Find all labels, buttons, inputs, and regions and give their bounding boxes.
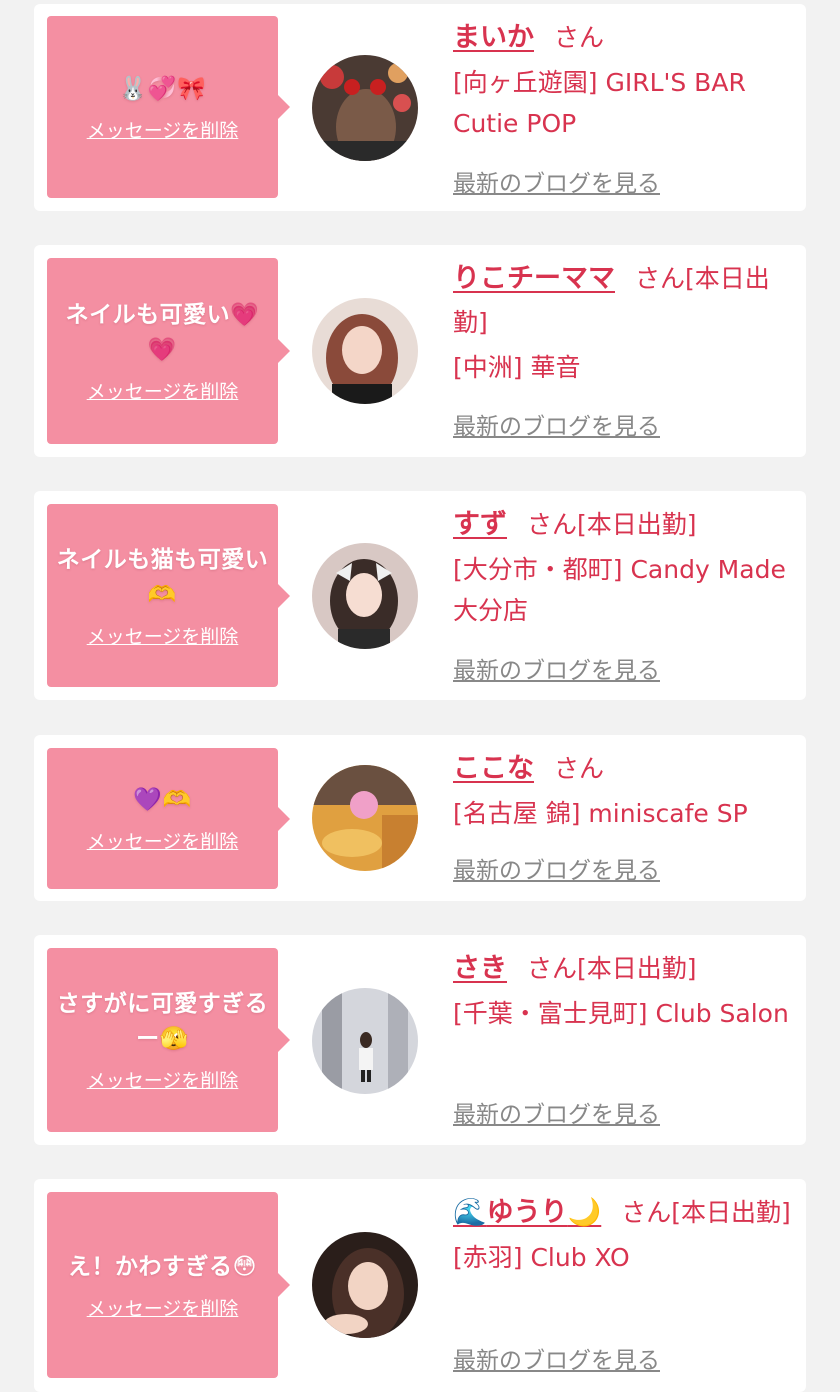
honorific-suffix: さん <box>621 1198 672 1227</box>
avatar[interactable] <box>312 765 418 871</box>
latest-blog-link[interactable]: 最新のブログを見る <box>453 651 660 685</box>
honorific-suffix: さん <box>527 954 578 983</box>
name-line: すず さん[本日出勤] <box>453 503 796 547</box>
message-bubble: ネイルも可愛い💗💗 メッセージを削除 <box>47 258 290 444</box>
attendance-status: [本日出勤] <box>577 510 697 539</box>
message-text: え！かわすぎる😳 <box>68 1253 257 1280</box>
profile-info: すず さん[本日出勤] [大分市・都町] Candy Made 大分店 最新のブロ… <box>453 503 796 684</box>
shop-name: [大分市・都町] Candy Made 大分店 <box>453 555 786 625</box>
message-bubble: 🐰💞🎀 メッセージを削除 <box>47 16 290 198</box>
wave-icon: 🌊 <box>453 1197 487 1228</box>
list-item: ネイルも猫も可愛い🫶 メッセージを削除 すず さん[本日出勤] [大分市・都町] … <box>34 491 806 700</box>
name-line: りこチーママ さん[本日出勤] <box>453 257 796 345</box>
list-item: さすがに可愛すぎるー🫣 メッセージを削除 さき さん[本日出勤] [千葉・富士見町… <box>34 935 806 1145</box>
name-line: ここな さん <box>453 747 796 791</box>
avatar[interactable] <box>312 988 418 1094</box>
delete-message-link[interactable]: メッセージを削除 <box>87 827 239 854</box>
list-item: 🐰💞🎀 メッセージを削除 まいか さん [向ヶ丘遊園] GIRL'S BAR Cu… <box>34 4 806 211</box>
message-bubble: ネイルも猫も可愛い🫶 メッセージを削除 <box>47 504 290 687</box>
shop-name: [向ヶ丘遊園] GIRL'S BAR Cutie POP <box>453 68 746 138</box>
name-line: 🌊ゆうり🌙 さん[本日出勤] <box>453 1191 796 1235</box>
latest-blog-link[interactable]: 最新のブログを見る <box>453 407 660 441</box>
message-bubble: さすがに可愛すぎるー🫣 メッセージを削除 <box>47 948 290 1132</box>
message-text: さすがに可愛すぎるー🫣 <box>56 991 269 1052</box>
user-name-link[interactable]: 🌊ゆうり🌙 <box>453 1197 601 1228</box>
honorific-suffix: さん <box>554 754 605 783</box>
crescent-moon-icon: 🌙 <box>567 1197 602 1228</box>
message-bubble: え！かわすぎる😳 メッセージを削除 <box>47 1192 290 1378</box>
profile-info: さき さん[本日出勤] [千葉・富士見町] Club Salon 最新のブログを見… <box>453 947 796 1128</box>
honorific-suffix: さん <box>554 23 605 52</box>
latest-blog-link[interactable]: 最新のブログを見る <box>453 164 660 198</box>
name-line: まいか さん <box>453 16 796 60</box>
shop-name: [千葉・富士見町] Club Salon <box>453 999 789 1028</box>
message-text: 🐰💞🎀 <box>118 75 207 102</box>
name-line: さき さん[本日出勤] <box>453 947 796 991</box>
delete-message-link[interactable]: メッセージを削除 <box>87 116 239 143</box>
latest-blog-link[interactable]: 最新のブログを見る <box>453 1095 660 1129</box>
user-name-link[interactable]: すず <box>453 509 507 540</box>
user-name-link[interactable]: さき <box>453 953 507 984</box>
message-bubble: 💜🫶 メッセージを削除 <box>47 748 290 889</box>
profile-info: ここな さん [名古屋 錦] miniscafe SP 最新のブログを見る <box>453 747 796 884</box>
message-text: ネイルも猫も可愛い🫶 <box>56 546 269 608</box>
profile-info: 🌊ゆうり🌙 さん[本日出勤] [赤羽] Club XO 最新のブログを見る <box>453 1191 796 1374</box>
attendance-status: [本日出勤] <box>671 1198 791 1227</box>
shop-name: [赤羽] Club XO <box>453 1243 630 1272</box>
delete-message-link[interactable]: メッセージを削除 <box>87 622 239 649</box>
delete-message-link[interactable]: メッセージを削除 <box>87 1294 239 1321</box>
honorific-suffix: さん <box>527 510 578 539</box>
avatar[interactable] <box>312 298 418 404</box>
latest-blog-link[interactable]: 最新のブログを見る <box>453 1341 660 1375</box>
avatar[interactable] <box>312 55 418 161</box>
message-text: 💜🫶 <box>133 787 192 813</box>
latest-blog-link[interactable]: 最新のブログを見る <box>453 851 660 885</box>
shop-name: [中洲] 華音 <box>453 353 581 382</box>
message-list: 🐰💞🎀 メッセージを削除 まいか さん [向ヶ丘遊園] GIRL'S BAR Cu… <box>0 0 840 1392</box>
list-item: え！かわすぎる😳 メッセージを削除 🌊ゆうり🌙 さん[本日出勤] [赤羽] Clu… <box>34 1179 806 1392</box>
avatar[interactable] <box>312 543 418 649</box>
profile-info: まいか さん [向ヶ丘遊園] GIRL'S BAR Cutie POP 最新のブロ… <box>453 16 796 197</box>
delete-message-link[interactable]: メッセージを削除 <box>87 1066 239 1093</box>
shop-name: [名古屋 錦] miniscafe SP <box>453 799 748 828</box>
avatar[interactable] <box>312 1232 418 1338</box>
honorific-suffix: さん <box>635 264 686 293</box>
user-name-link[interactable]: りこチーママ <box>453 263 615 294</box>
delete-message-link[interactable]: メッセージを削除 <box>87 377 239 404</box>
list-item: ネイルも可愛い💗💗 メッセージを削除 りこチーママ さん[本日出勤] [中洲] 華… <box>34 245 806 457</box>
user-name-link[interactable]: まいか <box>453 22 534 53</box>
user-name-link[interactable]: ここな <box>453 753 534 784</box>
profile-info: りこチーママ さん[本日出勤] [中洲] 華音 最新のブログを見る <box>453 257 796 440</box>
message-text: ネイルも可愛い💗💗 <box>65 302 260 363</box>
attendance-status: [本日出勤] <box>577 954 697 983</box>
list-item: 💜🫶 メッセージを削除 ここな さん [名古屋 錦] miniscafe SP 最… <box>34 735 806 901</box>
